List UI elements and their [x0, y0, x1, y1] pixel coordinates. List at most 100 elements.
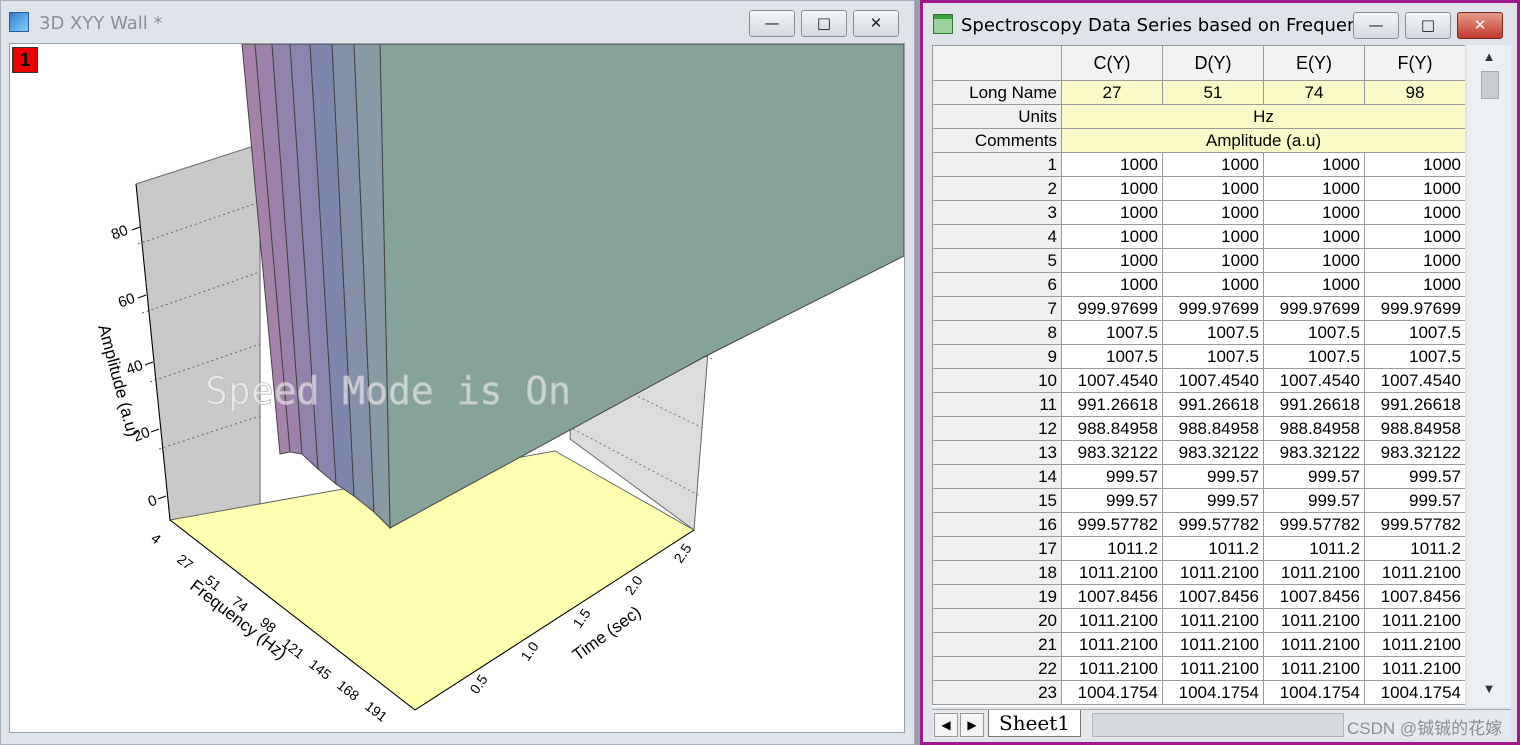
row-number[interactable]: 4	[932, 224, 1062, 249]
data-cell[interactable]: 1004.1754	[1364, 680, 1465, 705]
units-cell[interactable]: Hz	[1061, 104, 1465, 129]
data-cell[interactable]: 991.26618	[1364, 392, 1465, 417]
data-cell[interactable]: 1007.5	[1364, 320, 1465, 345]
data-cell[interactable]: 1004.1754	[1263, 680, 1365, 705]
data-cell[interactable]: 983.32122	[1263, 440, 1365, 465]
workbook-titlebar[interactable]: Spectroscopy Data Series based on Freque…	[923, 3, 1517, 43]
horizontal-scrollbar[interactable]	[1092, 713, 1344, 737]
worksheet-grid[interactable]: C(Y) D(Y) E(Y) F(Y) Long Name 27 51 74 9…	[932, 45, 1465, 705]
close-button[interactable]: ✕	[853, 10, 899, 37]
data-cell[interactable]: 1011.2100	[1162, 656, 1264, 681]
data-cell[interactable]: 1007.8456	[1364, 584, 1465, 609]
minimize-button[interactable]: —	[749, 10, 795, 37]
scroll-down-arrow[interactable]: ▼	[1479, 681, 1499, 701]
data-cell[interactable]: 1007.4540	[1364, 368, 1465, 393]
data-cell[interactable]: 1011.2100	[1061, 608, 1163, 633]
comments-cell[interactable]: Amplitude (a.u)	[1061, 128, 1465, 153]
row-number[interactable]: 18	[932, 560, 1062, 585]
data-cell[interactable]: 1000	[1061, 152, 1163, 177]
data-cell[interactable]: 999.97699	[1061, 296, 1163, 321]
row-number[interactable]: 23	[932, 680, 1062, 705]
data-cell[interactable]: 1004.1754	[1061, 680, 1163, 705]
row-number[interactable]: 7	[932, 296, 1062, 321]
data-cell[interactable]: 1007.8456	[1061, 584, 1163, 609]
column-header[interactable]: F(Y)	[1364, 45, 1465, 81]
maximize-button[interactable]: □	[1405, 12, 1451, 39]
data-cell[interactable]: 999.57782	[1364, 512, 1465, 537]
column-header[interactable]: E(Y)	[1263, 45, 1365, 81]
close-button[interactable]: ✕	[1457, 12, 1503, 39]
data-cell[interactable]: 999.57782	[1162, 512, 1264, 537]
row-number[interactable]: 10	[932, 368, 1062, 393]
data-cell[interactable]: 1011.2100	[1364, 608, 1465, 633]
long-name-cell[interactable]: 27	[1061, 80, 1163, 105]
row-number[interactable]: 5	[932, 248, 1062, 273]
row-number[interactable]: 19	[932, 584, 1062, 609]
data-cell[interactable]: 1011.2100	[1263, 608, 1365, 633]
graph-canvas[interactable]: 1 0 20 40 60 80 Amplitude (a.u) 4 27 51 …	[9, 43, 905, 733]
row-number[interactable]: 9	[932, 344, 1062, 369]
data-cell[interactable]: 1000	[1162, 224, 1264, 249]
row-number[interactable]: 8	[932, 320, 1062, 345]
sheet-tab[interactable]: Sheet1	[988, 710, 1082, 737]
data-cell[interactable]: 999.57	[1364, 488, 1465, 513]
data-cell[interactable]: 1007.4540	[1061, 368, 1163, 393]
data-cell[interactable]: 1000	[1364, 176, 1465, 201]
data-cell[interactable]: 1000	[1263, 176, 1365, 201]
data-cell[interactable]: 1004.1754	[1162, 680, 1264, 705]
data-cell[interactable]: 988.84958	[1061, 416, 1163, 441]
data-cell[interactable]: 1007.5	[1061, 344, 1163, 369]
row-number[interactable]: 11	[932, 392, 1062, 417]
data-cell[interactable]: 999.57782	[1061, 512, 1163, 537]
data-cell[interactable]: 1011.2	[1263, 536, 1365, 561]
data-cell[interactable]: 999.57	[1263, 488, 1365, 513]
data-cell[interactable]: 999.57	[1162, 488, 1264, 513]
corner-cell[interactable]	[932, 45, 1062, 81]
row-number[interactable]: 22	[932, 656, 1062, 681]
data-cell[interactable]: 1000	[1162, 176, 1264, 201]
data-cell[interactable]: 1007.5	[1263, 320, 1365, 345]
column-header[interactable]: D(Y)	[1162, 45, 1264, 81]
data-cell[interactable]: 1007.8456	[1263, 584, 1365, 609]
long-name-cell[interactable]: 74	[1263, 80, 1365, 105]
data-cell[interactable]: 1011.2	[1364, 536, 1465, 561]
graph-window-titlebar[interactable]: 3D XYY Wall * — □ ✕	[1, 1, 914, 41]
row-number[interactable]: 2	[932, 176, 1062, 201]
data-cell[interactable]: 999.57	[1162, 464, 1264, 489]
data-cell[interactable]: 1011.2100	[1263, 560, 1365, 585]
long-name-cell[interactable]: 98	[1364, 80, 1465, 105]
data-cell[interactable]: 1011.2100	[1364, 632, 1465, 657]
column-header[interactable]: C(Y)	[1061, 45, 1163, 81]
data-cell[interactable]: 1011.2100	[1162, 632, 1264, 657]
data-cell[interactable]: 1011.2	[1162, 536, 1264, 561]
data-cell[interactable]: 988.84958	[1263, 416, 1365, 441]
row-label-comments[interactable]: Comments	[932, 128, 1062, 153]
data-cell[interactable]: 1011.2100	[1364, 656, 1465, 681]
data-cell[interactable]: 999.57	[1061, 488, 1163, 513]
workbook-window[interactable]: Spectroscopy Data Series based on Freque…	[920, 0, 1520, 745]
tab-prev-button[interactable]: ◀	[934, 713, 958, 737]
data-cell[interactable]: 1000	[1364, 224, 1465, 249]
data-cell[interactable]: 1011.2100	[1263, 632, 1365, 657]
graph-window[interactable]: 3D XYY Wall * — □ ✕ 1 0 20 40 60 80 Ampl…	[0, 0, 915, 745]
tab-next-button[interactable]: ▶	[960, 713, 984, 737]
data-cell[interactable]: 1000	[1364, 248, 1465, 273]
data-cell[interactable]: 1000	[1061, 248, 1163, 273]
data-cell[interactable]: 1007.8456	[1162, 584, 1264, 609]
data-cell[interactable]: 1011.2100	[1061, 656, 1163, 681]
data-cell[interactable]: 999.57	[1263, 464, 1365, 489]
row-number[interactable]: 12	[932, 416, 1062, 441]
data-cell[interactable]: 999.97699	[1263, 296, 1365, 321]
data-cell[interactable]: 1007.5	[1162, 320, 1264, 345]
row-label-long-name[interactable]: Long Name	[932, 80, 1062, 105]
scroll-thumb[interactable]	[1481, 71, 1499, 99]
data-cell[interactable]: 1000	[1263, 224, 1365, 249]
data-cell[interactable]: 1000	[1263, 272, 1365, 297]
data-cell[interactable]: 1000	[1364, 200, 1465, 225]
data-cell[interactable]: 999.57	[1364, 464, 1465, 489]
worksheet-area[interactable]: C(Y) D(Y) E(Y) F(Y) Long Name 27 51 74 9…	[932, 45, 1465, 707]
data-cell[interactable]: 1000	[1162, 200, 1264, 225]
data-cell[interactable]: 1000	[1364, 152, 1465, 177]
data-cell[interactable]: 999.57782	[1263, 512, 1365, 537]
data-cell[interactable]: 1000	[1061, 224, 1163, 249]
